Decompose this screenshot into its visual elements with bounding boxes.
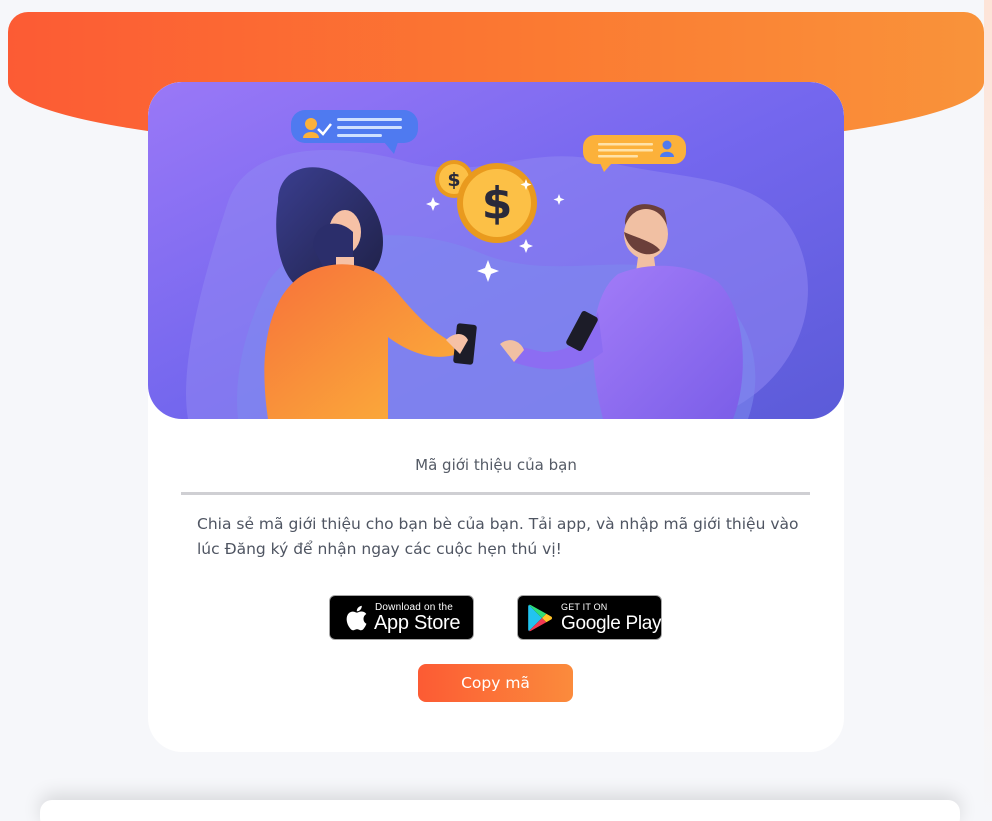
app-store-big-text: App Store xyxy=(374,612,461,634)
google-play-badge[interactable]: GET IT ON Google Play xyxy=(517,595,662,640)
referral-illustration: $ $ xyxy=(148,82,844,419)
svg-text:$: $ xyxy=(447,169,460,191)
google-play-icon xyxy=(528,604,553,632)
referral-description: Chia sẻ mã giới thiệu cho bạn bè của bạn… xyxy=(197,515,799,558)
apple-icon xyxy=(346,605,367,631)
app-store-badge[interactable]: Download on the App Store xyxy=(329,595,474,640)
copy-code-button[interactable]: Copy mã xyxy=(418,664,573,702)
page-edge xyxy=(984,0,992,821)
google-play-small-text: GET IT ON xyxy=(561,602,608,612)
google-play-big-text: Google Play xyxy=(561,613,662,634)
svg-text:$: $ xyxy=(482,178,513,229)
referral-card: $ $ Mã giới thiệu của bạn Chia sẻ mã giớ… xyxy=(148,82,844,752)
referral-code-title: Mã giới thiệu của bạn xyxy=(415,456,577,474)
footer-panel xyxy=(40,800,960,821)
divider xyxy=(181,492,810,495)
